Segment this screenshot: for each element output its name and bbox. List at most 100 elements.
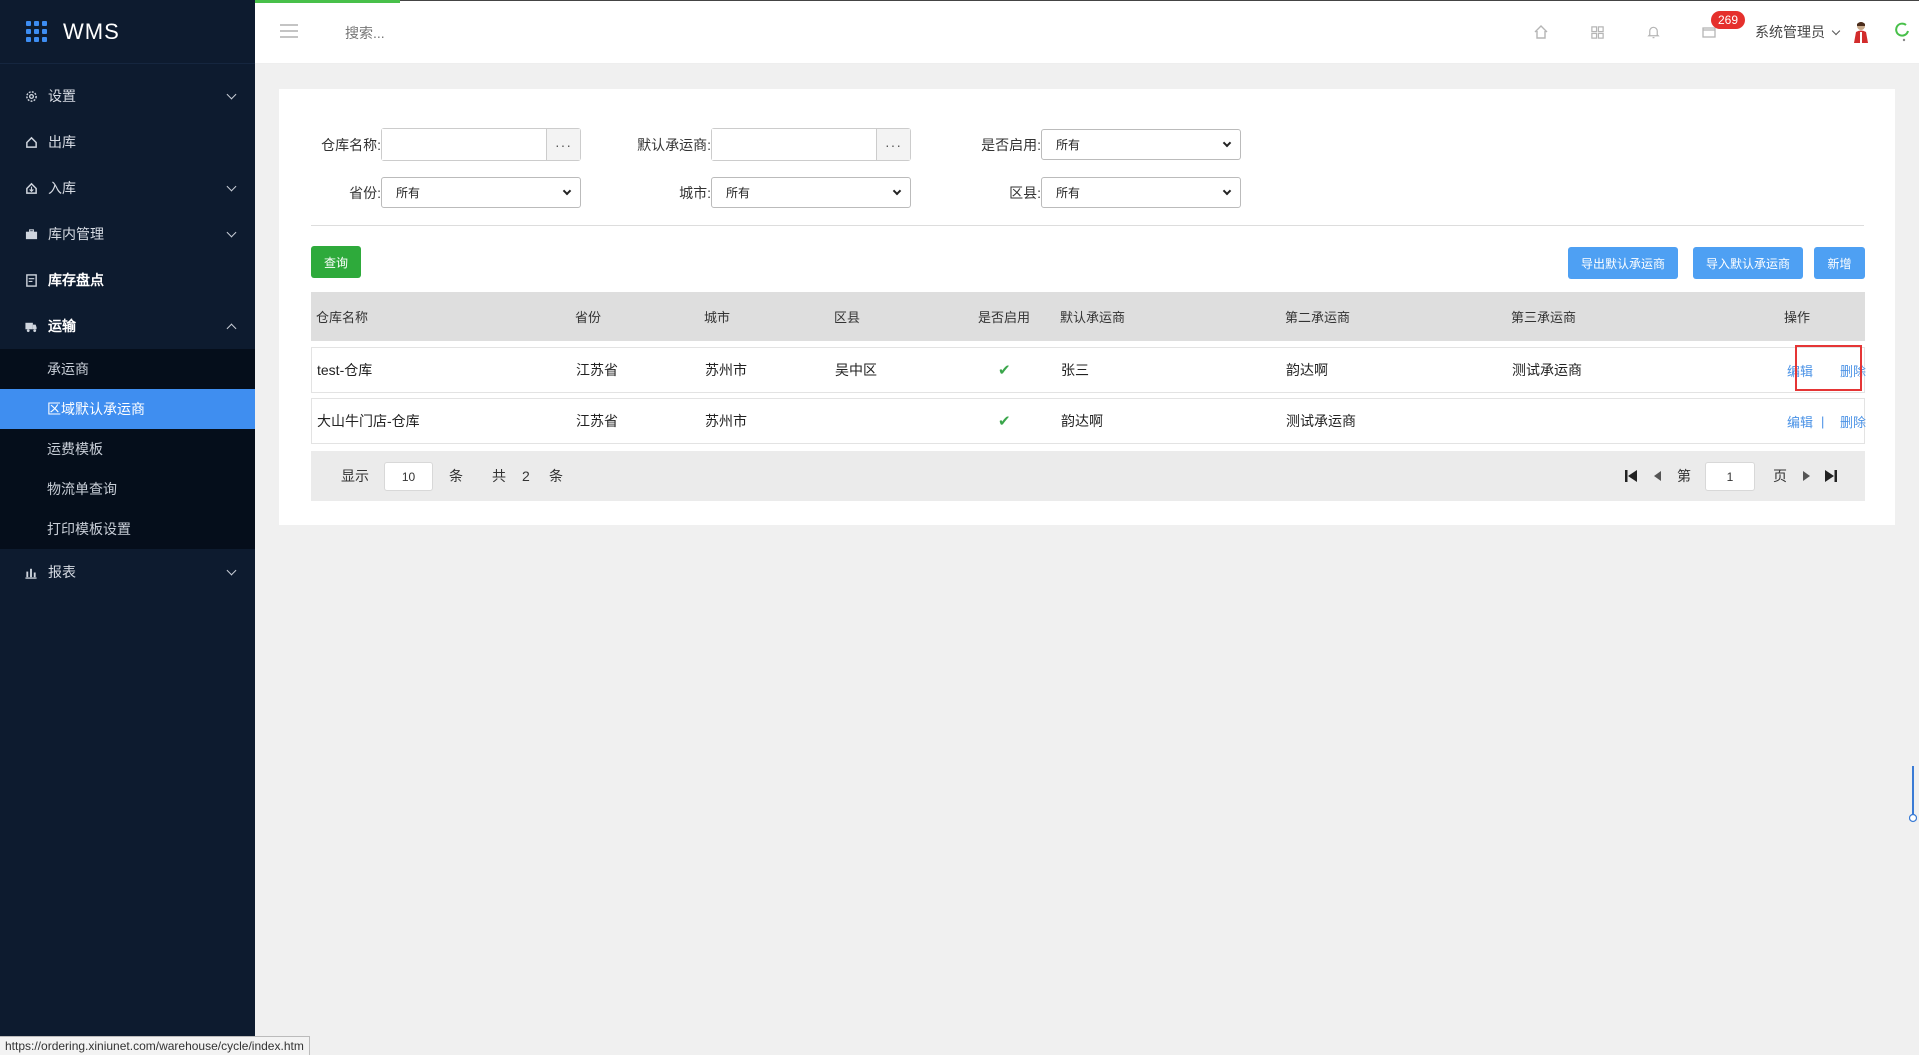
column-header: 操作	[1784, 310, 1811, 325]
province-select[interactable]: 所有	[381, 177, 581, 208]
cell-carrier3: 测试承运商	[1512, 362, 1582, 378]
enabled-label: 是否启用:	[981, 136, 1041, 153]
province-value: 所有	[396, 186, 421, 200]
scroll-thumb[interactable]	[1909, 766, 1917, 824]
sidebar-item-label: 库存盘点	[48, 272, 104, 288]
message-icon[interactable]: 269	[1681, 0, 1746, 64]
query-button[interactable]: 查询	[311, 246, 361, 278]
sidebar-nav: 设置 出库 入库 库内管理 库存盘点 运输	[0, 73, 255, 349]
column-header: 第三承运商	[1511, 310, 1577, 325]
app-logo[interactable]: WMS	[0, 0, 255, 64]
current-page-input[interactable]: 1	[1705, 462, 1755, 491]
check-icon: ✔	[998, 413, 1011, 430]
cell-district: 吴中区	[835, 362, 877, 378]
truck-icon	[24, 319, 38, 333]
add-button[interactable]: 新增	[1814, 247, 1865, 279]
table-header: 仓库名称 省份 城市 区县 是否启用 默认承运商 第二承运商 第三承运商 操作	[311, 292, 1865, 341]
chevron-down-icon	[226, 227, 237, 238]
top-bar: 269 系统管理员	[255, 0, 1919, 64]
sidebar-item-label: 运输	[48, 318, 76, 334]
district-value: 所有	[1056, 186, 1081, 200]
carrier-label: 默认承运商:	[637, 136, 711, 153]
edit-link[interactable]: 编辑	[1787, 399, 1813, 443]
more-icon[interactable]: ···	[876, 129, 910, 160]
chevron-down-icon	[1222, 138, 1232, 148]
sidebar-item-reports[interactable]: 报表	[0, 549, 255, 595]
total-count: 2	[522, 468, 530, 484]
sidebar-item-label: 出库	[48, 134, 76, 150]
page-size-input[interactable]: 10	[384, 462, 433, 491]
search-input[interactable]	[345, 20, 545, 46]
city-value: 所有	[726, 186, 751, 200]
unit-label: 条	[449, 468, 463, 484]
show-label: 显示	[341, 468, 369, 484]
menu-toggle-icon[interactable]	[280, 24, 298, 38]
enabled-value: 所有	[1056, 138, 1081, 152]
district-select[interactable]: 所有	[1041, 177, 1241, 208]
warehouse-label: 仓库名称:	[321, 136, 381, 153]
import-default-carrier-button[interactable]: 导入默认承运商	[1693, 247, 1803, 279]
next-page-icon[interactable]	[1799, 469, 1813, 483]
gear-icon	[24, 89, 38, 103]
status-url-bar: https://ordering.xiniunet.com/warehouse/…	[0, 1036, 310, 1055]
sidebar-item-label: 设置	[48, 88, 76, 104]
sidebar-item-inbound[interactable]: 入库	[0, 165, 255, 211]
sidebar: WMS 设置 出库 入库 库内管理 库存盘点 运输 承运商 区域默认承运商 运费…	[0, 0, 255, 1055]
bell-icon[interactable]	[1625, 0, 1681, 64]
chevron-up-icon	[226, 323, 237, 333]
column-header: 第二承运商	[1285, 310, 1351, 325]
export-default-carrier-button[interactable]: 导出默认承运商	[1568, 247, 1678, 279]
submenu-item-freight-template[interactable]: 运费模板	[0, 429, 255, 469]
sidebar-item-label: 报表	[48, 564, 76, 580]
sidebar-item-outbound[interactable]: 出库	[0, 119, 255, 165]
chevron-down-icon	[562, 186, 572, 196]
warehouse-input[interactable]	[382, 129, 546, 160]
submenu-item-area-default-carrier[interactable]: 区域默认承运商	[0, 389, 255, 429]
first-page-icon[interactable]	[1624, 469, 1638, 483]
submenu-item-waybill-query[interactable]: 物流单查询	[0, 469, 255, 509]
apps-grid-icon	[26, 21, 47, 42]
user-menu[interactable]: 系统管理员	[1737, 0, 1885, 64]
sidebar-item-label: 库内管理	[48, 226, 104, 242]
sidebar-item-transport[interactable]: 运输	[0, 303, 255, 349]
app-name: WMS	[63, 18, 120, 44]
city-select[interactable]: 所有	[711, 177, 911, 208]
last-page-icon[interactable]	[1824, 469, 1838, 483]
outbound-icon	[24, 135, 38, 149]
submenu-item-print-template[interactable]: 打印模板设置	[0, 509, 255, 549]
column-header: 默认承运商	[1060, 310, 1126, 325]
home-icon[interactable]	[1513, 0, 1569, 64]
enabled-select[interactable]: 所有	[1041, 129, 1241, 160]
delete-link[interactable]: 删除	[1840, 399, 1866, 443]
chevron-down-icon	[226, 181, 237, 192]
province-label: 省份:	[349, 184, 381, 201]
carrier-input[interactable]	[712, 129, 876, 160]
filter-warehouse: 仓库名称: ···	[311, 128, 581, 161]
chevron-down-icon	[226, 89, 237, 100]
submenu-item-carriers[interactable]: 承运商	[0, 349, 255, 389]
sidebar-item-stocktaking[interactable]: 库存盘点	[0, 257, 255, 303]
chevron-down-icon	[1222, 186, 1232, 196]
filter-carrier: 默认承运商: ···	[615, 128, 911, 161]
column-header: 城市	[704, 310, 731, 325]
city-label: 城市:	[679, 184, 711, 201]
inventory-icon	[24, 273, 38, 287]
carrier-picker[interactable]: ···	[711, 128, 911, 161]
check-icon: ✔	[998, 362, 1011, 379]
transport-submenu: 承运商 区域默认承运商 运费模板 物流单查询 打印模板设置	[0, 349, 255, 549]
chevron-down-icon	[1831, 26, 1841, 35]
warehouse-picker[interactable]: ···	[381, 128, 581, 161]
cell-carrier2: 韵达啊	[1286, 362, 1328, 378]
chevron-down-icon	[226, 565, 237, 576]
page-suffix: 页	[1773, 468, 1787, 484]
cell-carrier1: 张三	[1061, 362, 1089, 378]
bar-chart-icon	[24, 565, 38, 579]
grid-icon[interactable]	[1569, 0, 1625, 64]
loading-spinner-icon	[1885, 0, 1919, 64]
prev-page-icon[interactable]	[1651, 469, 1665, 483]
sidebar-item-settings[interactable]: 设置	[0, 73, 255, 119]
more-icon[interactable]: ···	[546, 129, 580, 160]
sidebar-item-warehouse-management[interactable]: 库内管理	[0, 211, 255, 257]
avatar	[1854, 22, 1868, 43]
filter-province: 省份: 所有	[311, 177, 581, 208]
